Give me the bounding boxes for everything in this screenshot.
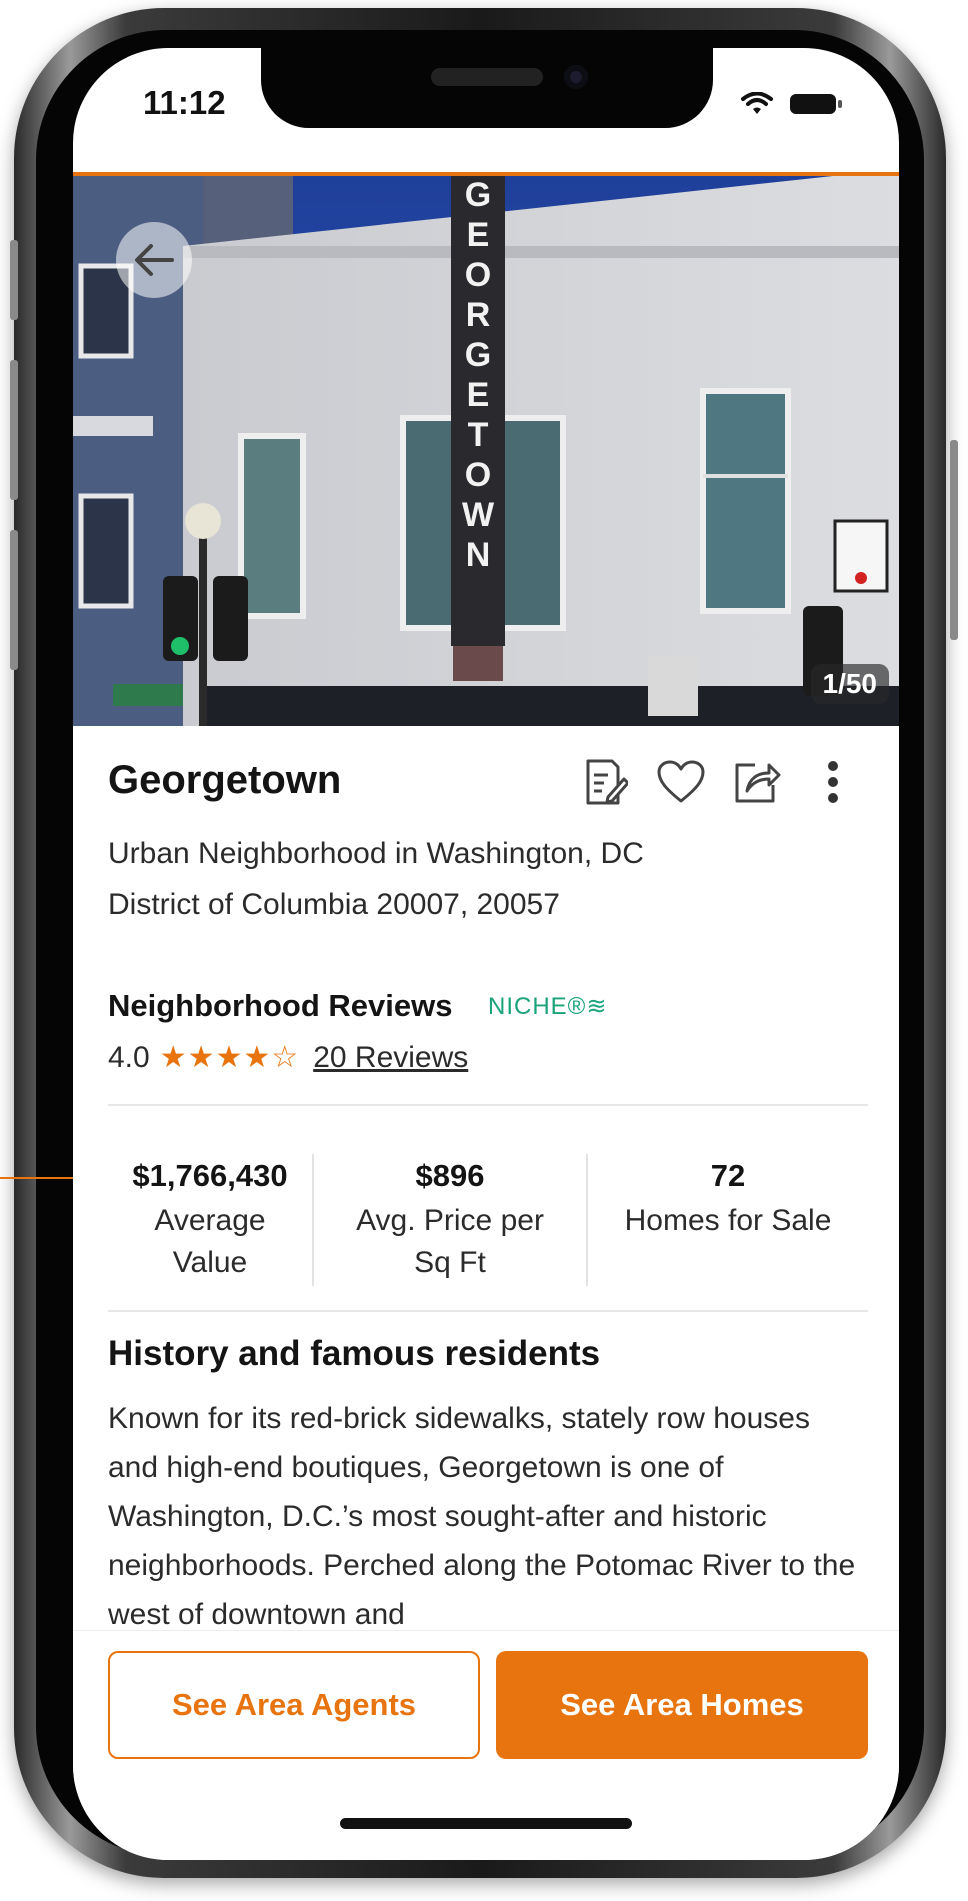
stat-value: $896	[415, 1158, 485, 1193]
back-arrow-icon	[135, 244, 174, 276]
neighborhood-subtitle: Urban Neighborhood in Washington, DC Dis…	[108, 828, 644, 930]
notes-icon	[586, 759, 628, 805]
stat-label: Homes for Sale	[588, 1200, 868, 1242]
see-area-homes-button[interactable]: See Area Homes	[496, 1651, 868, 1759]
stat-label-line: Avg. Price per	[356, 1204, 544, 1237]
action-icons	[578, 754, 860, 810]
more-options-button[interactable]	[806, 755, 860, 809]
see-area-agents-button[interactable]: See Area Agents	[108, 1651, 480, 1759]
stat-label-line: Homes for Sale	[624, 1204, 832, 1237]
niche-logo: NICHE®≋	[488, 993, 608, 1020]
stat-label: Avg. Price per Sq Ft	[314, 1200, 586, 1284]
home-indicator[interactable]	[340, 1818, 632, 1829]
notes-button[interactable]	[578, 755, 632, 809]
favorite-button[interactable]	[654, 755, 708, 809]
share-icon	[735, 763, 781, 803]
speaker-grille	[431, 68, 543, 86]
notch	[261, 48, 713, 128]
page-title: Georgetown	[108, 758, 342, 802]
stat-value: 72	[710, 1158, 746, 1193]
rating-row: 4.0 ★★★★☆ 20 Reviews	[108, 1040, 468, 1075]
hero-photo[interactable]: GEORGETOWN 1/50	[73, 176, 899, 726]
front-camera	[564, 65, 588, 89]
history-heading: History and famous residents	[108, 1334, 601, 1373]
stat-label-line: Sq Ft	[414, 1246, 486, 1279]
georgetown-photo: GEORGETOWN	[73, 176, 899, 726]
stat-average-value: $1,766,430 Average Value	[108, 1140, 312, 1300]
mute-switch	[10, 240, 18, 320]
stat-homes-for-sale: 72 Homes for Sale	[588, 1140, 868, 1300]
more-vertical-icon	[828, 761, 838, 803]
divider	[108, 1310, 868, 1312]
reviews-link[interactable]: 20 Reviews	[313, 1041, 468, 1075]
screen: 11:12 G E O R G E T O W N 1/50 Georgetow…	[73, 48, 899, 1860]
subtitle-line-1: Urban Neighborhood in Washington, DC	[108, 837, 644, 870]
wifi-icon	[741, 92, 773, 114]
stat-label-line: Value	[172, 1246, 248, 1279]
history-text: Known for its red-brick sidewalks, state…	[108, 1402, 856, 1631]
volume-down-button	[10, 530, 18, 670]
stat-value: $1,766,430	[132, 1158, 288, 1193]
title-row: Georgetown	[108, 758, 868, 814]
battery-icon	[790, 94, 842, 114]
stat-label: Average Value	[108, 1200, 312, 1284]
heart-icon	[657, 760, 705, 803]
volume-up-button	[10, 360, 18, 500]
rating-value: 4.0	[108, 1040, 150, 1074]
divider	[108, 1104, 868, 1106]
stat-label-line: Average	[154, 1204, 266, 1237]
back-button[interactable]	[116, 222, 192, 298]
stats-row: $1,766,430 Average Value $896 Avg. Price…	[108, 1140, 868, 1300]
reviews-heading: Neighborhood Reviews	[108, 988, 453, 1023]
share-button[interactable]	[730, 755, 784, 809]
status-time: 11:12	[143, 84, 226, 121]
subtitle-line-2: District of Columbia 20007, 20057	[108, 888, 560, 921]
star-rating: ★★★★☆	[159, 1041, 300, 1074]
power-button	[950, 440, 958, 640]
photo-counter: 1/50	[810, 664, 889, 704]
stat-price-per-sqft: $896 Avg. Price per Sq Ft	[314, 1140, 586, 1300]
